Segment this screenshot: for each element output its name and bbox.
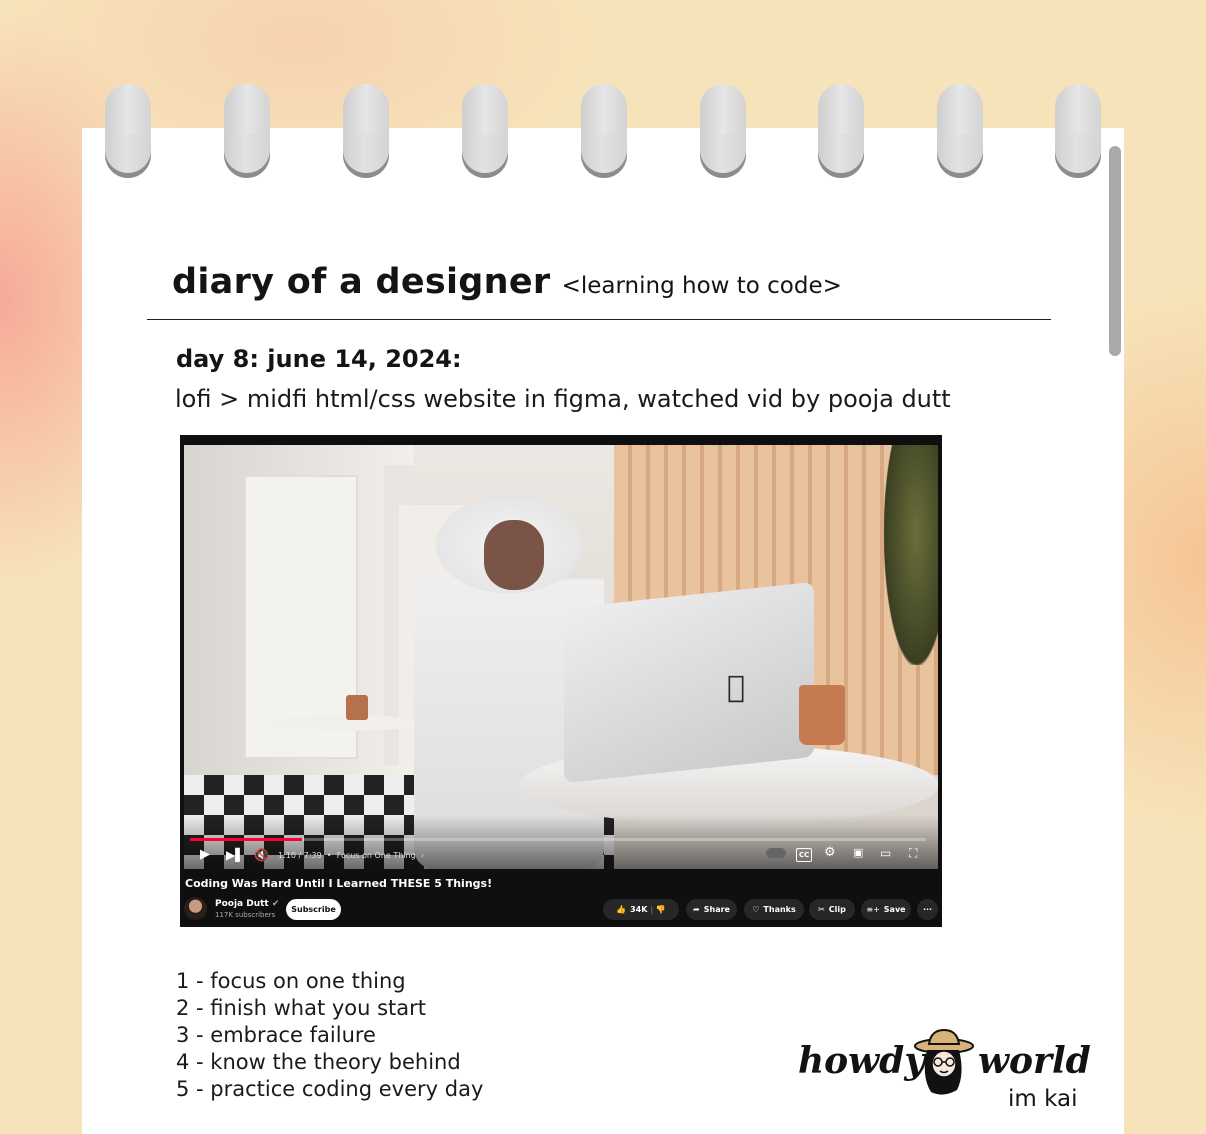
binder-ring — [343, 84, 389, 178]
clip-button[interactable]: ✂ Clip — [809, 899, 855, 920]
video-chapter[interactable]: Focus on One Thing — [337, 851, 416, 860]
channel-name-text[interactable]: Pooja Dutt — [215, 899, 269, 909]
add-playlist-icon: ≡+ — [866, 905, 880, 914]
video-time-row: 1:10 / 7:39 • Focus on One Thing › — [278, 850, 424, 862]
mute-icon[interactable]: 🔇 — [254, 849, 269, 861]
thanks-heart-icon: ♡ — [752, 905, 760, 914]
list-item: 4 - know the theory behind — [176, 1050, 461, 1074]
thumbs-down-icon[interactable]: 👎 — [656, 905, 666, 914]
autoplay-toggle[interactable] — [766, 848, 786, 858]
video-time: 1:10 / 7:39 — [278, 851, 322, 860]
logo-text-howdy: howdy — [798, 1040, 926, 1082]
binder-ring — [462, 84, 508, 178]
share-label: Share — [703, 905, 730, 914]
page-title: diary of a designer <learning how to cod… — [172, 262, 842, 302]
list-item: 5 - practice coding every day — [176, 1077, 484, 1101]
channel-avatar[interactable] — [184, 897, 207, 920]
like-dislike-group: 👍 34K | 👎 — [603, 899, 679, 920]
like-divider: | — [647, 905, 656, 914]
more-options-button[interactable]: ··· — [917, 899, 938, 920]
save-label: Save — [883, 905, 906, 914]
captions-button[interactable]: CC — [796, 848, 813, 862]
cowboy-hat-mascot-icon — [914, 1028, 974, 1095]
settings-gear-icon[interactable]: ⚙ — [824, 846, 836, 859]
scissors-icon: ✂ — [818, 905, 825, 914]
subscriber-count: 117K subscribers — [215, 911, 276, 919]
scrollbar-thumb[interactable] — [1109, 146, 1121, 356]
binder-ring — [224, 84, 270, 178]
video-player[interactable]:  ▶ ▶▌ 🔇 1:10 / 7:39 • Focus on One Thin… — [180, 435, 942, 927]
miniplayer-icon[interactable]: ▣ — [853, 847, 863, 859]
binder-ring — [818, 84, 864, 178]
binder-ring — [1055, 84, 1101, 178]
clip-label: Clip — [828, 905, 846, 914]
chapter-dot: • — [324, 851, 335, 860]
binder-ring — [581, 84, 627, 178]
thumbs-up-icon[interactable]: 👍 — [616, 905, 626, 914]
binder-ring — [937, 84, 983, 178]
share-button[interactable]: ➦ Share — [686, 899, 737, 920]
title-main: diary of a designer — [172, 262, 551, 302]
apple-logo-icon:  — [727, 670, 745, 705]
play-icon[interactable]: ▶ — [200, 848, 210, 861]
title-subtitle: <learning how to code> — [561, 273, 842, 299]
share-arrow-icon: ➦ — [693, 905, 700, 914]
title-divider — [147, 319, 1051, 320]
save-button[interactable]: ≡+ Save — [861, 899, 911, 920]
logo-text-world: world — [978, 1040, 1091, 1082]
thanks-label: Thanks — [763, 905, 796, 914]
theater-mode-icon[interactable]: ▭ — [880, 847, 891, 859]
binder-ring — [700, 84, 746, 178]
next-icon[interactable]: ▶▌ — [226, 849, 244, 861]
verified-check-icon: ✔ — [271, 899, 280, 909]
like-count[interactable]: 34K — [630, 905, 647, 914]
video-title[interactable]: Coding Was Hard Until I Learned THESE 5 … — [185, 877, 492, 890]
list-item: 2 - finish what you start — [176, 996, 427, 1020]
thanks-button[interactable]: ♡ Thanks — [744, 899, 804, 920]
list-item: 3 - embrace failure — [176, 1023, 376, 1047]
video-progress-fill — [190, 838, 302, 841]
entry-heading: day 8: june 14, 2024: — [176, 345, 462, 373]
entry-description: lofi > midfi html/css website in figma, … — [175, 385, 951, 413]
logo-tagline: im kai — [1008, 1086, 1078, 1112]
takeaways-list: 1 - focus on one thing 2 - finish what y… — [176, 968, 483, 1103]
video-progress-bar[interactable] — [190, 838, 926, 841]
fullscreen-icon[interactable]: ⛶ — [909, 847, 917, 859]
list-item: 1 - focus on one thing — [176, 969, 406, 993]
binder-ring — [105, 84, 151, 178]
subscribe-button[interactable]: Subscribe — [286, 899, 341, 920]
channel-name[interactable]: Pooja Dutt ✔ — [215, 899, 279, 909]
chapter-chevron-icon[interactable]: › — [418, 851, 424, 860]
video-frame[interactable]:  — [184, 445, 938, 869]
